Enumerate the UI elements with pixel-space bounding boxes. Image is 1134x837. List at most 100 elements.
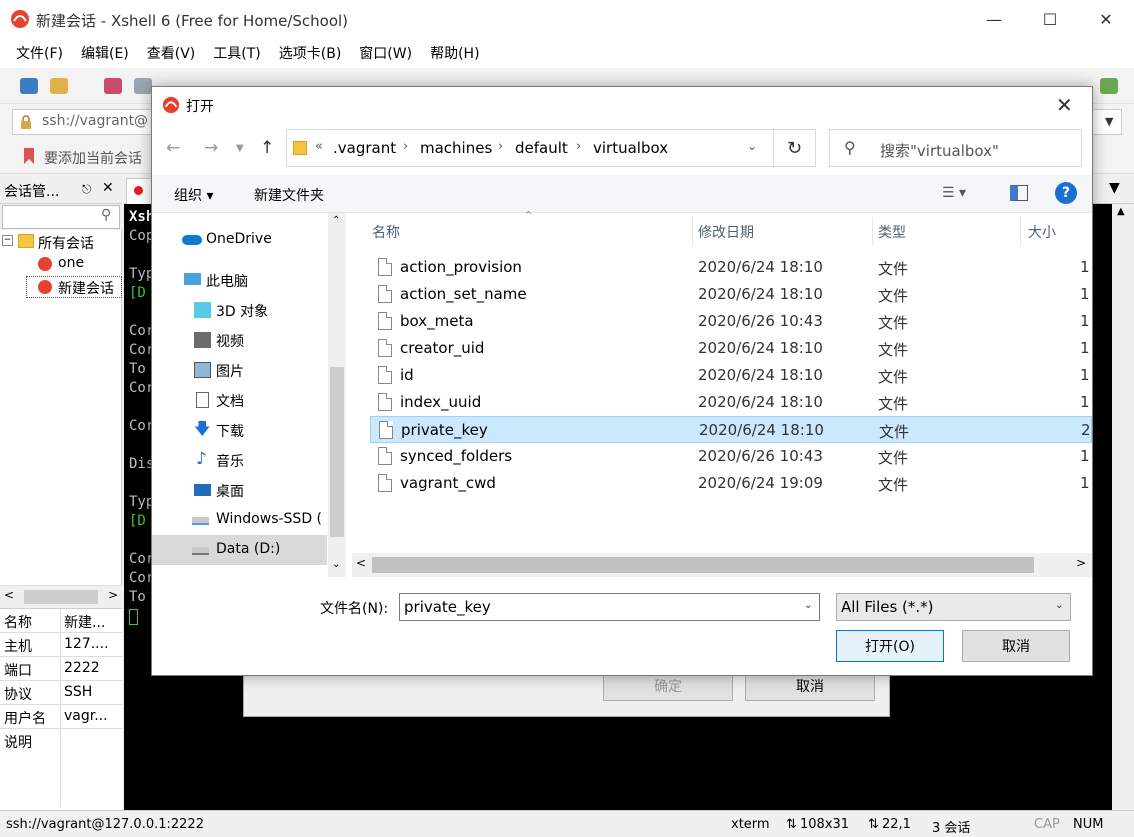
breadcrumb-item[interactable]: default bbox=[515, 139, 568, 157]
status-cap: CAP bbox=[1034, 817, 1060, 832]
menu-help[interactable]: 帮助(H) bbox=[428, 43, 481, 63]
file-row[interactable]: creator_uid 2020/6/24 18:10 文件 1 bbox=[370, 335, 1092, 362]
minimize-icon: — bbox=[986, 9, 1002, 29]
session-search-input[interactable]: ⚲ bbox=[2, 205, 120, 229]
scroll-left-icon[interactable]: < bbox=[4, 588, 14, 602]
minimize-button[interactable]: — bbox=[966, 0, 1022, 38]
search-box[interactable]: ⚲ 搜索"virtualbox" bbox=[829, 129, 1082, 167]
hint-text: 要添加当前会话 bbox=[44, 151, 142, 167]
drive-icon bbox=[192, 547, 209, 555]
panel-close-icon[interactable]: ✕ bbox=[102, 180, 114, 196]
tree-item-new-session[interactable]: 新建会话 bbox=[26, 276, 122, 298]
file-icon bbox=[378, 366, 392, 384]
open-folder-icon[interactable] bbox=[50, 78, 68, 94]
terminal-scrollbar[interactable]: ▲ bbox=[1112, 204, 1134, 810]
address-dropdown-icon[interactable]: ▼ bbox=[1105, 115, 1113, 128]
file-row[interactable]: box_meta 2020/6/26 10:43 文件 1 bbox=[370, 308, 1092, 335]
menu-file[interactable]: 文件(F) bbox=[14, 43, 65, 63]
breadcrumb-item[interactable]: machines bbox=[420, 139, 492, 157]
menu-edit[interactable]: 编辑(E) bbox=[79, 43, 131, 63]
file-icon bbox=[378, 393, 392, 411]
file-icon bbox=[378, 312, 392, 330]
scroll-right-icon[interactable]: > bbox=[108, 588, 118, 602]
scroll-thumb[interactable] bbox=[24, 590, 98, 604]
search-icon: ⚲ bbox=[101, 207, 112, 223]
tree-item-label: 新建会话 bbox=[58, 281, 114, 297]
scroll-right-icon[interactable]: > bbox=[1076, 556, 1086, 570]
file-row[interactable]: vagrant_cwd 2020/6/24 19:09 文件 1 bbox=[370, 470, 1092, 497]
filename-input[interactable]: private_key ⌄ bbox=[399, 593, 820, 621]
column-size[interactable]: 大小 bbox=[1028, 222, 1056, 242]
organize-button[interactable]: 组织 ▾ bbox=[174, 185, 213, 205]
session-properties: 名称 新建... 主机 127.... 端口 2222 协议 SSH 用户名 vagr..… bbox=[0, 608, 122, 810]
scroll-up-icon[interactable]: ▲ bbox=[1117, 206, 1125, 217]
breadcrumb-item[interactable]: virtualbox bbox=[593, 139, 668, 157]
scroll-thumb[interactable] bbox=[330, 367, 344, 537]
filetype-select[interactable]: All Files (*.*) ⌄ bbox=[836, 593, 1071, 621]
nav-item-music[interactable]: ♪ 音乐 bbox=[152, 445, 327, 475]
nav-item-videos[interactable]: 视频 bbox=[152, 325, 327, 355]
scroll-thumb[interactable] bbox=[372, 557, 1034, 573]
breadcrumb[interactable]: « .vagrant › machines › default › virtua… bbox=[286, 129, 774, 167]
file-list-scrollbar[interactable]: < > bbox=[352, 553, 1092, 577]
file-row-selected[interactable]: private_key 2020/6/24 18:10 文件 2 bbox=[370, 416, 1092, 443]
close-window-button[interactable]: ✕ bbox=[1078, 0, 1134, 38]
breadcrumb-dropdown-icon[interactable]: ⌄ bbox=[747, 139, 757, 153]
tab-menu-icon[interactable]: ▼ bbox=[1109, 180, 1120, 196]
file-row[interactable]: id 2020/6/24 18:10 文件 1 bbox=[370, 362, 1092, 389]
session-tab[interactable] bbox=[126, 178, 152, 204]
view-options-icon[interactable]: ☰ ▾ bbox=[942, 185, 966, 201]
close-icon: ✕ bbox=[1056, 93, 1073, 117]
menu-tools[interactable]: 工具(T) bbox=[211, 43, 262, 63]
column-name[interactable]: 名称 bbox=[372, 222, 400, 242]
scroll-up-icon[interactable]: ⌃ bbox=[332, 215, 340, 226]
status-pos: 22,1 bbox=[882, 817, 911, 832]
session-tree-scrollbar[interactable]: < > bbox=[0, 585, 122, 607]
properties-icon[interactable] bbox=[134, 78, 152, 94]
nav-item-data-d[interactable]: Data (D:) bbox=[152, 535, 327, 565]
nav-item-windows-ssd[interactable]: Windows-SSD ( bbox=[152, 505, 327, 535]
nav-item-this-pc[interactable]: 此电脑 bbox=[152, 265, 327, 295]
file-row[interactable]: synced_folders 2020/6/26 10:43 文件 1 bbox=[370, 443, 1092, 470]
nav-item-downloads[interactable]: 🡇 下载 bbox=[152, 415, 327, 445]
scroll-down-icon[interactable]: ⌄ bbox=[332, 559, 340, 570]
filename-value: private_key bbox=[404, 598, 491, 616]
menu-tabs[interactable]: 选项卡(B) bbox=[277, 43, 344, 63]
nav-item-documents[interactable]: 文档 bbox=[152, 385, 327, 415]
nav-item-pictures[interactable]: 图片 bbox=[152, 355, 327, 385]
chevron-down-icon[interactable]: ⌄ bbox=[804, 600, 812, 611]
navigation-scrollbar[interactable]: ⌃ ⌄ bbox=[328, 213, 346, 577]
breadcrumb-item[interactable]: .vagrant bbox=[333, 139, 396, 157]
new-folder-button[interactable]: 新建文件夹 bbox=[254, 185, 324, 205]
open-button[interactable]: 打开(O) bbox=[836, 630, 944, 662]
cancel-button[interactable]: 取消 bbox=[962, 630, 1070, 662]
menu-window[interactable]: 窗口(W) bbox=[357, 43, 414, 63]
forward-arrow-icon[interactable]: → bbox=[204, 138, 218, 158]
pin-icon[interactable]: ⎋ bbox=[82, 182, 92, 197]
back-arrow-icon[interactable]: ← bbox=[166, 138, 180, 158]
file-row[interactable]: index_uuid 2020/6/24 18:10 文件 1 bbox=[370, 389, 1092, 416]
maximize-button[interactable]: ☐ bbox=[1022, 0, 1078, 38]
help-icon[interactable]: ? bbox=[1055, 182, 1077, 204]
collapse-icon[interactable]: − bbox=[2, 235, 13, 246]
column-type[interactable]: 类型 bbox=[878, 222, 906, 242]
up-arrow-icon[interactable]: ↑ bbox=[260, 138, 274, 158]
desktop: 新建会话 - Xshell 6 (Free for Home/School) —… bbox=[0, 0, 1134, 837]
menu-view[interactable]: 查看(V) bbox=[145, 43, 198, 63]
column-modified[interactable]: 修改日期 bbox=[698, 222, 754, 242]
scroll-left-icon[interactable]: < bbox=[356, 556, 366, 570]
dialog-close-button[interactable]: ✕ bbox=[1056, 93, 1073, 117]
nav-item-onedrive[interactable]: OneDrive bbox=[152, 225, 327, 255]
nav-item-desktop[interactable]: 桌面 bbox=[152, 475, 327, 505]
recent-locations-icon[interactable]: ▼ bbox=[236, 143, 244, 154]
preview-pane-icon[interactable] bbox=[1010, 185, 1028, 201]
disconnect-icon[interactable] bbox=[104, 78, 122, 94]
dialog-title: 打开 bbox=[186, 99, 214, 115]
nav-item-3d-objects[interactable]: 3D 对象 bbox=[152, 295, 327, 325]
file-row[interactable]: action_provision 2020/6/24 18:10 文件 1 bbox=[370, 254, 1092, 281]
breadcrumb-overflow-icon[interactable]: « bbox=[315, 139, 323, 154]
new-session-icon[interactable] bbox=[20, 78, 38, 94]
refresh-button[interactable]: ↻ bbox=[774, 129, 816, 167]
toolbar-more-icon[interactable] bbox=[1100, 78, 1118, 94]
file-row[interactable]: action_set_name 2020/6/24 18:10 文件 1 bbox=[370, 281, 1092, 308]
